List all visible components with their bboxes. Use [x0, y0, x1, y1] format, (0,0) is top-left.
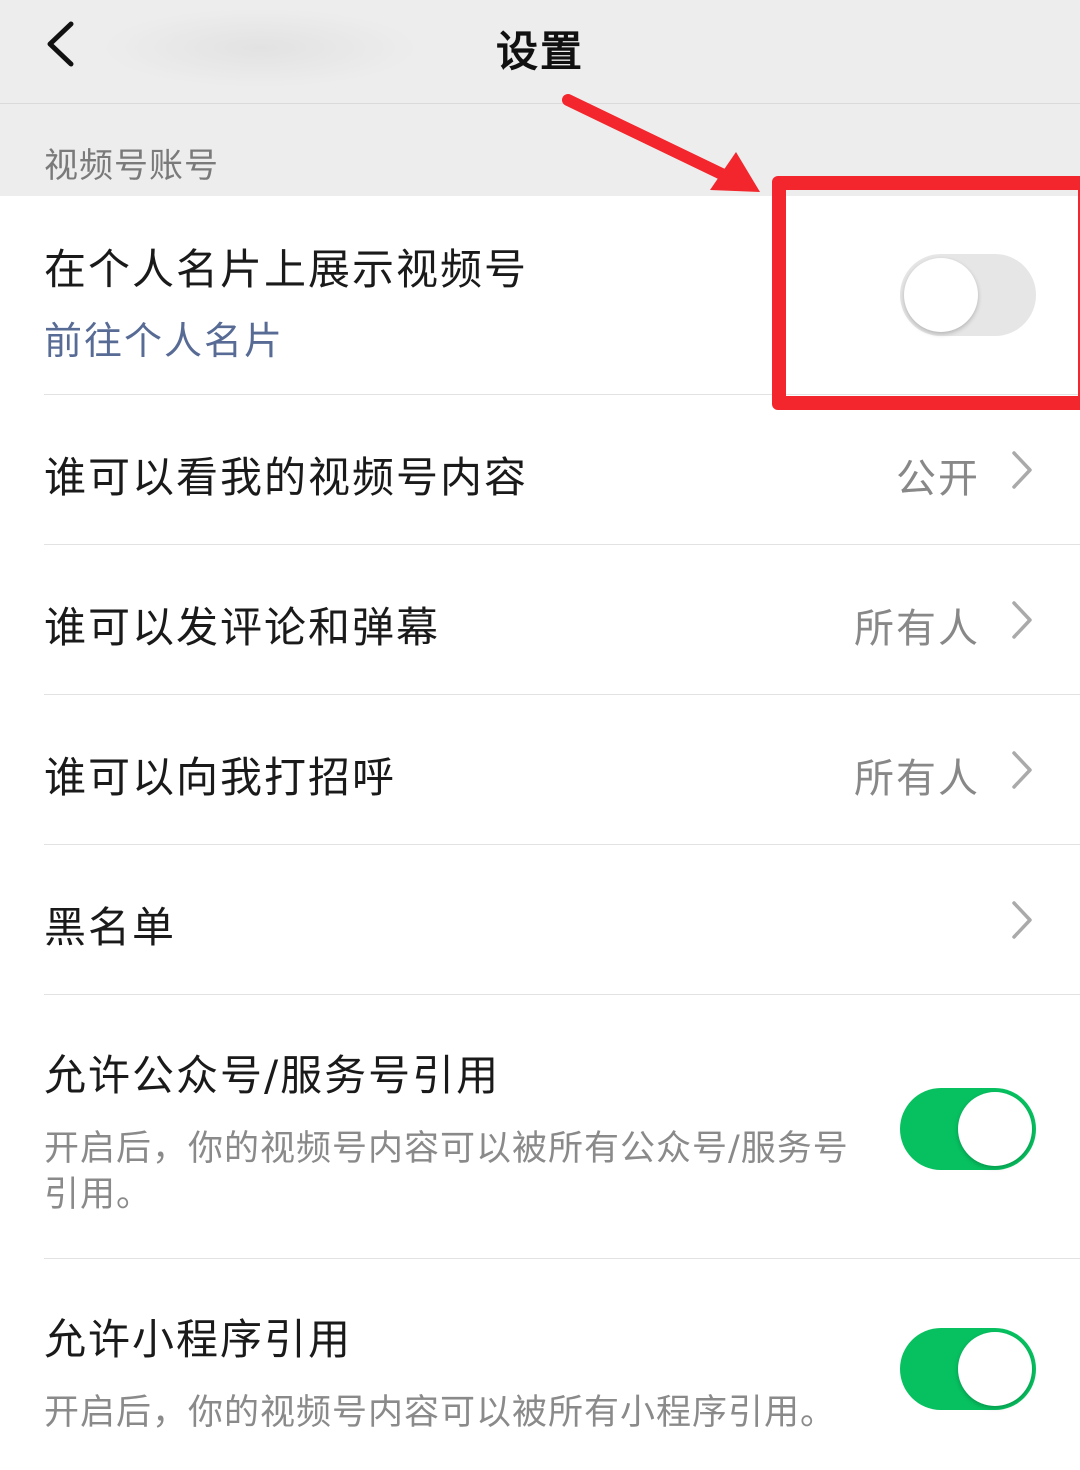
row-value: 所有人: [854, 756, 980, 802]
divider: [44, 544, 1080, 545]
divider: [44, 1258, 1080, 1259]
section-header-label: 视频号账号: [44, 146, 219, 186]
allow-official-accounts-switch[interactable]: [900, 1088, 1036, 1170]
red-arrow-annotation: [562, 94, 760, 192]
row-title: 谁可以发评论和弹幕: [44, 603, 441, 652]
row-title: 在个人名片上展示视频号: [44, 245, 529, 294]
switch-knob: [958, 1332, 1032, 1406]
row-description: 开启后，你的视频号内容可以被所有小程序引用。: [44, 1393, 837, 1433]
divider: [44, 694, 1080, 695]
divider: [44, 994, 1080, 995]
chevron-right-icon: [1012, 451, 1032, 489]
chevron-right-icon: [1012, 901, 1032, 939]
row-description: 开启后，你的视频号内容可以被所有公众号/服务号引用。: [44, 1129, 849, 1215]
red-highlight-box: [772, 176, 1080, 410]
row-title: 谁可以向我打招呼: [44, 753, 397, 802]
row-value: 公开: [896, 456, 980, 502]
row-value: 所有人: [854, 606, 980, 652]
row-title: 允许小程序引用: [44, 1315, 353, 1364]
row-title: 允许公众号/服务号引用: [44, 1051, 501, 1100]
page-title: 设置: [495, 27, 584, 76]
divider: [44, 844, 1080, 845]
switch-knob: [958, 1092, 1032, 1166]
go-to-profile-card-link[interactable]: 前往个人名片: [44, 310, 284, 365]
row-title: 谁可以看我的视频号内容: [44, 453, 529, 502]
settings-page: 设置 视频号账号 在个人名片上展示视频号 前往个人名片 谁可以看我的视频号内容 …: [0, 0, 1080, 1470]
row-title: 黑名单: [44, 903, 177, 952]
allow-mini-programs-switch[interactable]: [900, 1328, 1036, 1410]
nav-bar: 设置: [0, 0, 1080, 104]
chevron-right-icon: [1012, 601, 1032, 639]
chevron-right-icon: [1012, 751, 1032, 789]
